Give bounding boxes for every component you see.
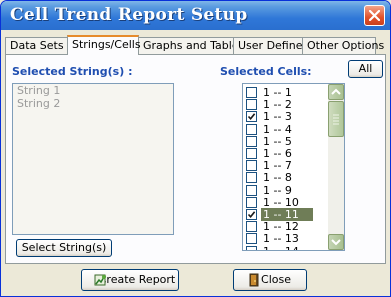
cell-label: 1 -- 9 [263, 183, 292, 197]
cell-label: 1 -- 7 [263, 159, 292, 173]
cell-checkbox[interactable] [246, 184, 257, 196]
cell-checkbox[interactable] [246, 111, 257, 123]
checkmark-icon [247, 113, 256, 121]
scroll-up-button[interactable] [328, 84, 344, 100]
title-bar[interactable]: Cell Trend Report Setup [1, 1, 390, 30]
cell-item[interactable]: 1 -- 12 [243, 220, 328, 233]
cell-label: 1 -- 8 [263, 171, 292, 185]
cell-item[interactable]: 1 -- 4 [243, 123, 328, 136]
tab-graphs-and-tables[interactable]: Graphs and Tables [138, 37, 244, 54]
cell-label: 1 -- 14 [261, 245, 301, 250]
dialog-window: Cell Trend Report Setup Data Sets String… [0, 0, 391, 297]
selected-strings-label: Selected String(s) : [12, 65, 133, 78]
cell-item[interactable]: 1 -- 8 [243, 171, 328, 184]
scroll-down-button[interactable] [328, 234, 344, 250]
grip-icon [333, 114, 339, 125]
select-strings-button[interactable]: Select String(s) [16, 239, 112, 257]
tab-strings-cells[interactable]: Strings/Cells [67, 35, 141, 55]
cell-item[interactable]: 1 -- 11 [243, 208, 328, 221]
cell-label: 1 -- 11 [261, 208, 313, 221]
chevron-down-icon [331, 239, 341, 246]
scroll-thumb[interactable] [328, 101, 344, 137]
close-window-button[interactable] [364, 5, 385, 26]
close-label: Close [261, 273, 291, 286]
select-all-button[interactable]: All [348, 60, 383, 78]
cell-checkbox[interactable] [246, 99, 257, 111]
cell-label: 1 -- 10 [263, 195, 299, 209]
cell-item[interactable]: 1 -- 5 [243, 135, 328, 148]
tab-other-options[interactable]: Other Options [302, 37, 384, 54]
selected-cells-label: Selected Cells: [220, 65, 312, 78]
cell-item[interactable]: 1 -- 14 [243, 245, 328, 250]
cell-checkbox[interactable] [246, 233, 257, 245]
cell-item[interactable]: 1 -- 1 [243, 86, 328, 99]
cell-checkbox[interactable] [246, 196, 257, 208]
string-item[interactable]: String 2 [13, 97, 173, 110]
cell-label: 1 -- 3 [263, 110, 292, 124]
strings-listbox[interactable]: String 1 String 2 [12, 83, 174, 235]
cell-label: 1 -- 5 [263, 134, 292, 148]
cell-label: 1 -- 4 [263, 122, 292, 136]
door-icon [249, 273, 259, 287]
cell-item[interactable]: 1 -- 10 [243, 196, 328, 209]
tab-user-defined[interactable]: User Defined [233, 37, 309, 54]
window-title: Cell Trend Report Setup [10, 5, 248, 25]
cell-checkbox[interactable] [246, 123, 257, 135]
cell-checkbox[interactable] [246, 172, 257, 184]
footer-bar: Create Report Close [1, 264, 390, 296]
cell-checkbox[interactable] [246, 245, 257, 250]
cell-checkbox[interactable] [246, 209, 257, 220]
cell-item[interactable]: 1 -- 9 [243, 184, 328, 197]
cell-checkbox[interactable] [246, 148, 257, 159]
cell-label: 1 -- 12 [263, 220, 299, 234]
cell-item[interactable]: 1 -- 2 [243, 98, 328, 111]
cell-item[interactable]: 1 -- 3 [243, 110, 328, 123]
cells-checklist[interactable]: 1 -- 11 -- 21 -- 31 -- 41 -- 51 -- 61 --… [242, 83, 345, 251]
chevron-up-icon [331, 88, 341, 95]
checkmark-icon [247, 211, 256, 219]
cell-item[interactable]: 1 -- 7 [243, 159, 328, 172]
cell-label: 1 -- 13 [263, 232, 299, 246]
cell-checkbox[interactable] [246, 221, 257, 233]
cell-item[interactable]: 1 -- 6 [243, 147, 328, 160]
cells-scrollbar[interactable] [328, 84, 344, 250]
cell-label: 1 -- 1 [263, 86, 292, 99]
tab-data-sets[interactable]: Data Sets [5, 37, 68, 54]
cell-checkbox[interactable] [246, 160, 257, 172]
cell-checkbox[interactable] [246, 135, 257, 147]
create-report-button[interactable]: Create Report [81, 269, 179, 291]
cell-label: 1 -- 2 [263, 98, 292, 112]
string-item[interactable]: String 1 [13, 84, 173, 97]
cell-item[interactable]: 1 -- 13 [243, 232, 328, 245]
create-report-label: Create Report [98, 273, 176, 286]
cell-label: 1 -- 6 [263, 147, 292, 160]
close-button[interactable]: Close [233, 269, 307, 291]
close-icon [369, 10, 380, 21]
report-icon [94, 274, 106, 286]
cell-checkbox[interactable] [246, 87, 257, 98]
